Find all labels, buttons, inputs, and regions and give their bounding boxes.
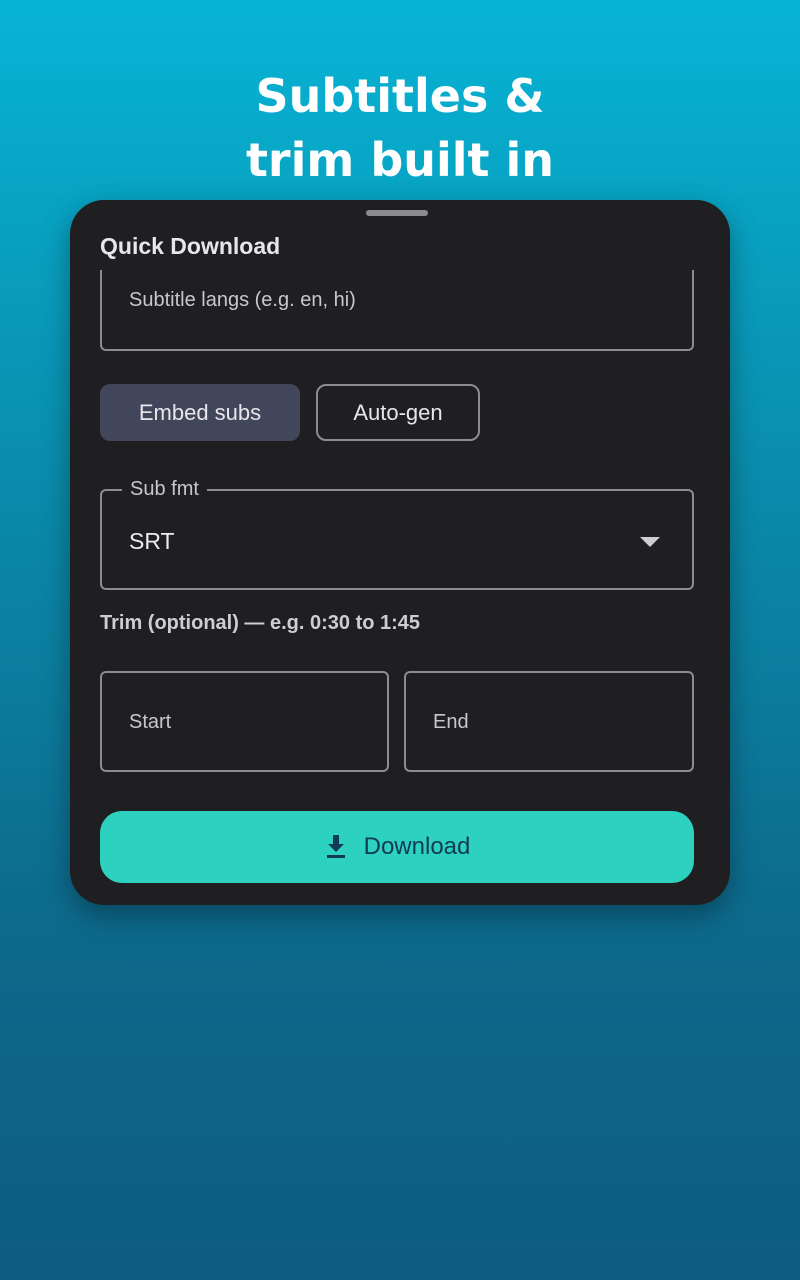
subtitle-langs-input[interactable]: Subtitle langs (e.g. en, hi) xyxy=(100,270,694,351)
trim-end-placeholder: End xyxy=(433,711,469,733)
embed-subs-chip[interactable]: Embed subs xyxy=(100,384,300,441)
headline-line-2: trim built in xyxy=(245,133,555,187)
subtitle-langs-placeholder: Subtitle langs (e.g. en, hi) xyxy=(129,289,356,311)
sheet-title: Quick Download xyxy=(100,233,281,259)
sub-format-select[interactable]: Sub fmt SRT xyxy=(100,475,694,590)
sub-format-label: Sub fmt xyxy=(122,475,207,503)
trim-end-input[interactable]: End xyxy=(404,671,694,772)
trim-label: Trim (optional) — e.g. 0:30 to 1:45 xyxy=(100,612,421,634)
headline: Subtitles & trim built in xyxy=(0,64,800,192)
sub-format-value: SRT xyxy=(129,528,175,554)
drag-handle[interactable] xyxy=(366,210,428,216)
download-button-label: Download xyxy=(363,833,471,860)
auto-gen-chip[interactable]: Auto-gen xyxy=(316,384,480,441)
trim-start-placeholder: Start xyxy=(129,711,172,733)
dropdown-arrow-icon xyxy=(640,537,660,547)
download-icon xyxy=(326,834,345,858)
trim-start-input[interactable]: Start xyxy=(100,671,389,772)
quick-download-sheet: Quick Download Subtitle langs (e.g. en, … xyxy=(70,200,730,905)
headline-line-1: Subtitles & xyxy=(255,69,545,123)
download-button[interactable]: Download xyxy=(100,811,694,883)
